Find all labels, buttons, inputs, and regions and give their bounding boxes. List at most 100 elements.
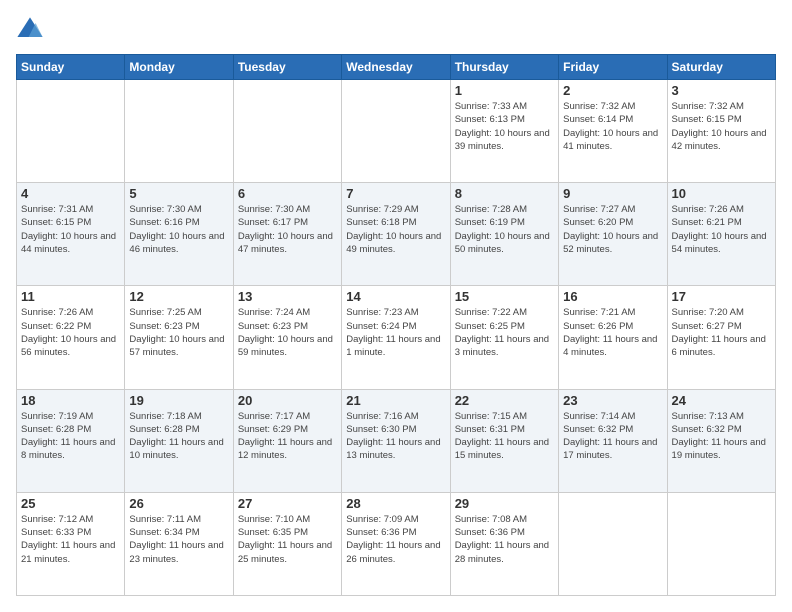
day-info: Sunrise: 7:16 AM Sunset: 6:30 PM Dayligh… (346, 410, 445, 463)
day-number: 1 (455, 83, 554, 98)
day-number: 4 (21, 186, 120, 201)
day-number: 13 (238, 289, 337, 304)
day-number: 2 (563, 83, 662, 98)
calendar-table: SundayMondayTuesdayWednesdayThursdayFrid… (16, 54, 776, 596)
day-number: 29 (455, 496, 554, 511)
calendar-cell: 7 Sunrise: 7:29 AM Sunset: 6:18 PM Daylig… (342, 183, 450, 286)
calendar-cell (125, 80, 233, 183)
day-info: Sunrise: 7:08 AM Sunset: 6:36 PM Dayligh… (455, 513, 554, 566)
day-info: Sunrise: 7:32 AM Sunset: 6:14 PM Dayligh… (563, 100, 662, 153)
calendar-cell: 13Sunrise: 7:24 AM Sunset: 6:23 PM Dayli… (233, 286, 341, 389)
day-info: Sunrise: 7:12 AM Sunset: 6:33 PM Dayligh… (21, 513, 120, 566)
day-info: Sunrise: 7:30 AM Sunset: 6:17 PM Dayligh… (238, 203, 337, 256)
calendar-cell (342, 80, 450, 183)
header (16, 16, 776, 44)
calendar-cell: 10Sunrise: 7:26 AM Sunset: 6:21 PM Dayli… (667, 183, 775, 286)
day-info: Sunrise: 7:31 AM Sunset: 6:15 PM Dayligh… (21, 203, 120, 256)
day-number: 25 (21, 496, 120, 511)
calendar-week-2: 11 Sunrise: 7:26 AM Sunset: 6:22 PM Dayli… (17, 286, 776, 389)
logo-icon (16, 16, 44, 44)
day-info: Sunrise: 7:17 AM Sunset: 6:29 PM Dayligh… (238, 410, 337, 463)
day-number: 15 (455, 289, 554, 304)
day-info: Sunrise: 7:22 AM Sunset: 6:25 PM Dayligh… (455, 306, 554, 359)
col-header-saturday: Saturday (667, 55, 775, 80)
day-number: 21 (346, 393, 445, 408)
calendar-cell: 5 Sunrise: 7:30 AM Sunset: 6:16 PM Daylig… (125, 183, 233, 286)
calendar-cell: 9 Sunrise: 7:27 AM Sunset: 6:20 PM Daylig… (559, 183, 667, 286)
day-number: 27 (238, 496, 337, 511)
calendar-cell: 18 Sunrise: 7:19 AM Sunset: 6:28 PM Dayli… (17, 389, 125, 492)
calendar-cell: 21 Sunrise: 7:16 AM Sunset: 6:30 PM Dayli… (342, 389, 450, 492)
calendar-week-0: 1 Sunrise: 7:33 AM Sunset: 6:13 PM Daylig… (17, 80, 776, 183)
calendar-cell: 3 Sunrise: 7:32 AM Sunset: 6:15 PM Daylig… (667, 80, 775, 183)
day-info: Sunrise: 7:26 AM Sunset: 6:22 PM Dayligh… (21, 306, 120, 359)
calendar-week-1: 4 Sunrise: 7:31 AM Sunset: 6:15 PM Daylig… (17, 183, 776, 286)
calendar-cell: 16 Sunrise: 7:21 AM Sunset: 6:26 PM Dayli… (559, 286, 667, 389)
calendar-cell: 17Sunrise: 7:20 AM Sunset: 6:27 PM Dayli… (667, 286, 775, 389)
day-number: 6 (238, 186, 337, 201)
day-number: 28 (346, 496, 445, 511)
calendar-cell: 24 Sunrise: 7:13 AM Sunset: 6:32 PM Dayli… (667, 389, 775, 492)
calendar-cell: 26Sunrise: 7:11 AM Sunset: 6:34 PM Dayli… (125, 492, 233, 595)
day-info: Sunrise: 7:33 AM Sunset: 6:13 PM Dayligh… (455, 100, 554, 153)
col-header-sunday: Sunday (17, 55, 125, 80)
day-info: Sunrise: 7:15 AM Sunset: 6:31 PM Dayligh… (455, 410, 554, 463)
logo (16, 16, 48, 44)
col-header-thursday: Thursday (450, 55, 558, 80)
calendar-cell: 22 Sunrise: 7:15 AM Sunset: 6:31 PM Dayli… (450, 389, 558, 492)
calendar-cell: 2 Sunrise: 7:32 AM Sunset: 6:14 PM Daylig… (559, 80, 667, 183)
day-number: 19 (129, 393, 228, 408)
calendar-cell: 27 Sunrise: 7:10 AM Sunset: 6:35 PM Dayli… (233, 492, 341, 595)
day-number: 10 (672, 186, 771, 201)
calendar-cell (233, 80, 341, 183)
day-number: 24 (672, 393, 771, 408)
calendar-cell: 28 Sunrise: 7:09 AM Sunset: 6:36 PM Dayli… (342, 492, 450, 595)
calendar-cell: 20 Sunrise: 7:17 AM Sunset: 6:29 PM Dayli… (233, 389, 341, 492)
day-info: Sunrise: 7:18 AM Sunset: 6:28 PM Dayligh… (129, 410, 228, 463)
day-number: 22 (455, 393, 554, 408)
day-number: 26 (129, 496, 228, 511)
day-info: Sunrise: 7:09 AM Sunset: 6:36 PM Dayligh… (346, 513, 445, 566)
day-info: Sunrise: 7:14 AM Sunset: 6:32 PM Dayligh… (563, 410, 662, 463)
day-number: 20 (238, 393, 337, 408)
col-header-friday: Friday (559, 55, 667, 80)
calendar-week-3: 18 Sunrise: 7:19 AM Sunset: 6:28 PM Dayli… (17, 389, 776, 492)
calendar-cell: 4 Sunrise: 7:31 AM Sunset: 6:15 PM Daylig… (17, 183, 125, 286)
col-header-monday: Monday (125, 55, 233, 80)
day-info: Sunrise: 7:13 AM Sunset: 6:32 PM Dayligh… (672, 410, 771, 463)
day-number: 8 (455, 186, 554, 201)
day-info: Sunrise: 7:23 AM Sunset: 6:24 PM Dayligh… (346, 306, 445, 359)
calendar-cell: 6 Sunrise: 7:30 AM Sunset: 6:17 PM Daylig… (233, 183, 341, 286)
day-info: Sunrise: 7:27 AM Sunset: 6:20 PM Dayligh… (563, 203, 662, 256)
day-info: Sunrise: 7:30 AM Sunset: 6:16 PM Dayligh… (129, 203, 228, 256)
day-info: Sunrise: 7:21 AM Sunset: 6:26 PM Dayligh… (563, 306, 662, 359)
day-info: Sunrise: 7:10 AM Sunset: 6:35 PM Dayligh… (238, 513, 337, 566)
day-number: 11 (21, 289, 120, 304)
calendar-cell: 11 Sunrise: 7:26 AM Sunset: 6:22 PM Dayli… (17, 286, 125, 389)
day-info: Sunrise: 7:32 AM Sunset: 6:15 PM Dayligh… (672, 100, 771, 153)
calendar-cell (17, 80, 125, 183)
day-number: 3 (672, 83, 771, 98)
day-number: 5 (129, 186, 228, 201)
day-info: Sunrise: 7:25 AM Sunset: 6:23 PM Dayligh… (129, 306, 228, 359)
day-number: 7 (346, 186, 445, 201)
day-number: 23 (563, 393, 662, 408)
day-number: 17 (672, 289, 771, 304)
calendar-cell (559, 492, 667, 595)
calendar-cell: 23 Sunrise: 7:14 AM Sunset: 6:32 PM Dayli… (559, 389, 667, 492)
day-info: Sunrise: 7:19 AM Sunset: 6:28 PM Dayligh… (21, 410, 120, 463)
calendar-cell: 14Sunrise: 7:23 AM Sunset: 6:24 PM Dayli… (342, 286, 450, 389)
day-number: 12 (129, 289, 228, 304)
day-info: Sunrise: 7:28 AM Sunset: 6:19 PM Dayligh… (455, 203, 554, 256)
col-header-tuesday: Tuesday (233, 55, 341, 80)
day-number: 9 (563, 186, 662, 201)
day-info: Sunrise: 7:29 AM Sunset: 6:18 PM Dayligh… (346, 203, 445, 256)
calendar-cell: 29 Sunrise: 7:08 AM Sunset: 6:36 PM Dayli… (450, 492, 558, 595)
calendar-cell: 25 Sunrise: 7:12 AM Sunset: 6:33 PM Dayli… (17, 492, 125, 595)
day-number: 18 (21, 393, 120, 408)
calendar-cell: 12 Sunrise: 7:25 AM Sunset: 6:23 PM Dayli… (125, 286, 233, 389)
col-header-wednesday: Wednesday (342, 55, 450, 80)
calendar-cell: 8 Sunrise: 7:28 AM Sunset: 6:19 PM Daylig… (450, 183, 558, 286)
calendar-cell: 15 Sunrise: 7:22 AM Sunset: 6:25 PM Dayli… (450, 286, 558, 389)
day-number: 16 (563, 289, 662, 304)
